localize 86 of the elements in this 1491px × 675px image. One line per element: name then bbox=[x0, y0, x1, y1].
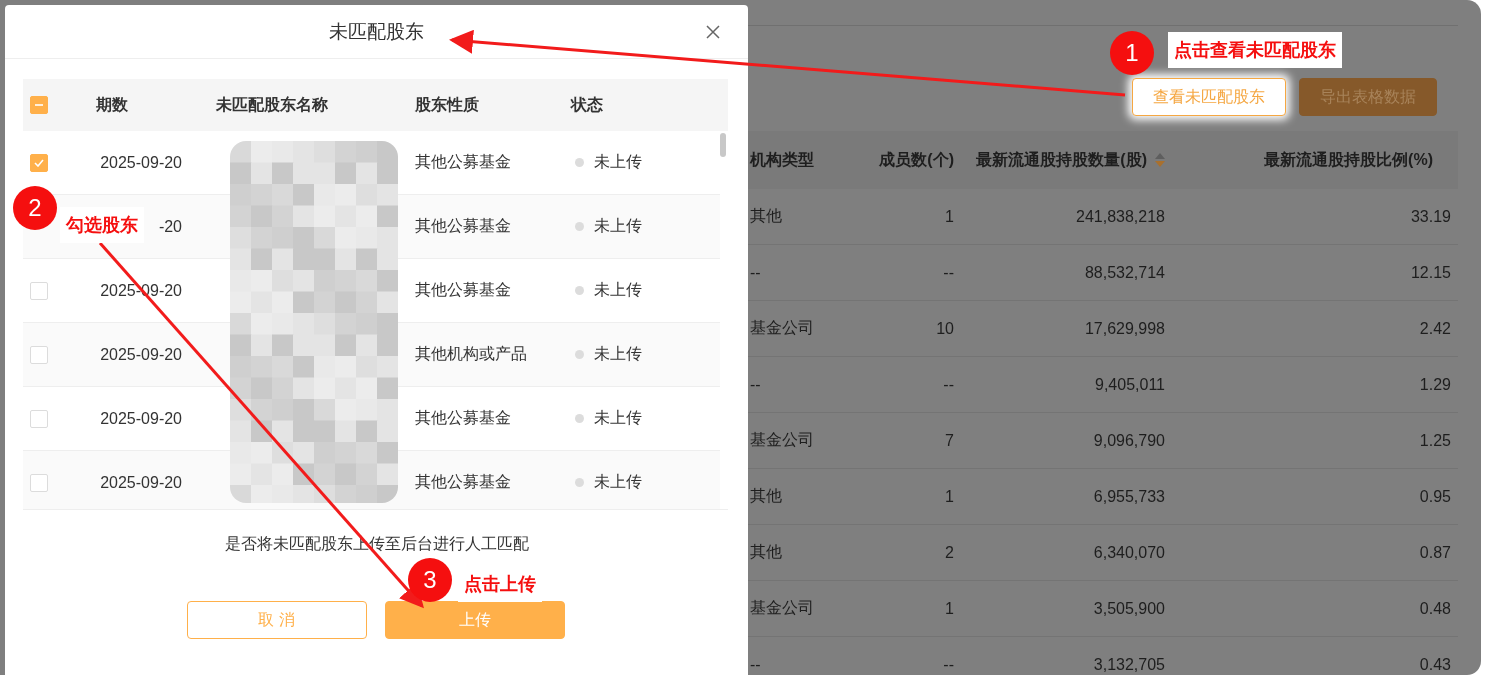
row-checkbox[interactable] bbox=[30, 281, 48, 300]
table-cell: 7 bbox=[945, 431, 954, 450]
table-cell-text: 其他 bbox=[750, 542, 782, 562]
table-cell: -- bbox=[750, 263, 761, 282]
status-dot bbox=[575, 222, 584, 231]
table-cell: -- bbox=[943, 263, 954, 282]
table-cell: 10 bbox=[936, 319, 954, 338]
table-cell: 2025-09-20 bbox=[100, 473, 182, 492]
table-cell: 3,505,900 bbox=[1093, 599, 1165, 618]
column-header: 股东性质 bbox=[415, 94, 479, 115]
status-text: 未上传 bbox=[594, 344, 642, 364]
table-cell: -- bbox=[943, 375, 954, 394]
status-text: 未上传 bbox=[594, 280, 642, 300]
table-cell-text: 其他公募基金 bbox=[415, 216, 511, 236]
column-header-cell[interactable]: 成员数(个) bbox=[850, 149, 954, 171]
column-header: 最新流通股持股比例(%) bbox=[1264, 149, 1433, 170]
sort-icon[interactable] bbox=[1155, 152, 1165, 168]
table-cell-text: 基金公司 bbox=[750, 598, 814, 618]
table-cell: 241,838,218 bbox=[1076, 207, 1165, 226]
table-cell: 1 bbox=[945, 599, 954, 618]
table-cell-text: 其他公募基金 bbox=[415, 472, 511, 492]
table-cell: 1 bbox=[945, 487, 954, 506]
table-cell: 0.43 bbox=[1419, 655, 1451, 674]
status-dot bbox=[575, 286, 584, 295]
scrollbar-thumb[interactable] bbox=[720, 133, 726, 157]
table-cell: 3,132,705 bbox=[1093, 655, 1165, 674]
table-cell: -- bbox=[943, 655, 954, 674]
view-unmatched-button[interactable]: 查看未匹配股东 bbox=[1132, 78, 1286, 116]
status-dot bbox=[575, 158, 584, 167]
table-cell: 88,532,714 bbox=[1084, 263, 1165, 282]
table-cell: 6,340,070 bbox=[1093, 543, 1165, 562]
table-cell: 6,955,733 bbox=[1093, 487, 1165, 506]
table-cell: 1.29 bbox=[1419, 375, 1451, 394]
column-header: 期数 bbox=[96, 94, 128, 115]
select-all-checkbox[interactable] bbox=[30, 96, 48, 114]
status-text: 未上传 bbox=[594, 216, 642, 236]
table-cell-text: 其他 bbox=[750, 486, 782, 506]
table-cell: -20 bbox=[158, 217, 182, 236]
table-cell: 9,405,011 bbox=[1095, 375, 1165, 394]
table-cell: 2025-09-20 bbox=[100, 345, 182, 364]
column-header: 最新流通股持股数量(股) bbox=[976, 149, 1147, 170]
column-header-cell[interactable]: 最新流通股持股数量(股) bbox=[954, 149, 1165, 171]
table-cell-text: 其他公募基金 bbox=[415, 408, 511, 428]
column-header: 状态 bbox=[571, 94, 603, 115]
table-cell: 1.25 bbox=[1419, 431, 1451, 450]
table-cell: 2025-09-20 bbox=[100, 409, 182, 428]
status-text: 未上传 bbox=[594, 408, 642, 428]
column-header: 未匹配股东名称 bbox=[216, 94, 328, 115]
table-cell-text: 基金公司 bbox=[750, 430, 814, 450]
table-cell: 2025-09-20 bbox=[100, 153, 182, 172]
table-cell-text: 其他公募基金 bbox=[415, 152, 511, 172]
status-dot bbox=[575, 478, 584, 487]
table-cell-text: 其他 bbox=[750, 206, 782, 226]
check-icon bbox=[34, 158, 44, 167]
table-cell-text: 基金公司 bbox=[750, 318, 814, 338]
column-header: 成员数(个) bbox=[879, 149, 954, 170]
close-icon[interactable] bbox=[706, 25, 720, 39]
table-cell-text: 其他公募基金 bbox=[415, 280, 511, 300]
table-cell-text: 其他机构或产品 bbox=[415, 344, 527, 364]
row-checkbox[interactable] bbox=[30, 473, 48, 492]
table-cell: 1 bbox=[945, 207, 954, 226]
status-dot bbox=[575, 414, 584, 423]
table-cell: -- bbox=[750, 375, 761, 394]
annotation-label: 勾选股东 bbox=[60, 207, 144, 243]
table-cell: 0.48 bbox=[1419, 599, 1451, 618]
table-cell: -- bbox=[750, 655, 761, 674]
row-checkbox[interactable] bbox=[30, 345, 48, 364]
table-cell: 17,629,998 bbox=[1084, 319, 1165, 338]
minus-icon bbox=[35, 104, 43, 106]
table-cell: 12.15 bbox=[1410, 263, 1451, 282]
column-header-cell[interactable]: 机构类型 bbox=[748, 149, 850, 171]
status-dot bbox=[575, 350, 584, 359]
status-text: 未上传 bbox=[594, 152, 642, 172]
column-header: 机构类型 bbox=[750, 149, 814, 170]
table-cell: 0.87 bbox=[1419, 543, 1451, 562]
table-cell: 2 bbox=[945, 543, 954, 562]
row-checkbox[interactable] bbox=[30, 153, 48, 172]
annotation-label: 点击查看未匹配股东 bbox=[1168, 32, 1342, 68]
table-cell: 33.19 bbox=[1410, 207, 1451, 226]
dialog-title: 未匹配股东 bbox=[329, 19, 424, 44]
table-cell: 9,096,790 bbox=[1093, 431, 1165, 450]
column-header-cell[interactable]: 最新流通股持股比例(%) bbox=[1165, 149, 1433, 171]
row-checkbox[interactable] bbox=[30, 409, 48, 428]
table-cell: 0.95 bbox=[1419, 487, 1451, 506]
table-cell: 2.42 bbox=[1419, 319, 1451, 338]
status-text: 未上传 bbox=[594, 472, 642, 492]
